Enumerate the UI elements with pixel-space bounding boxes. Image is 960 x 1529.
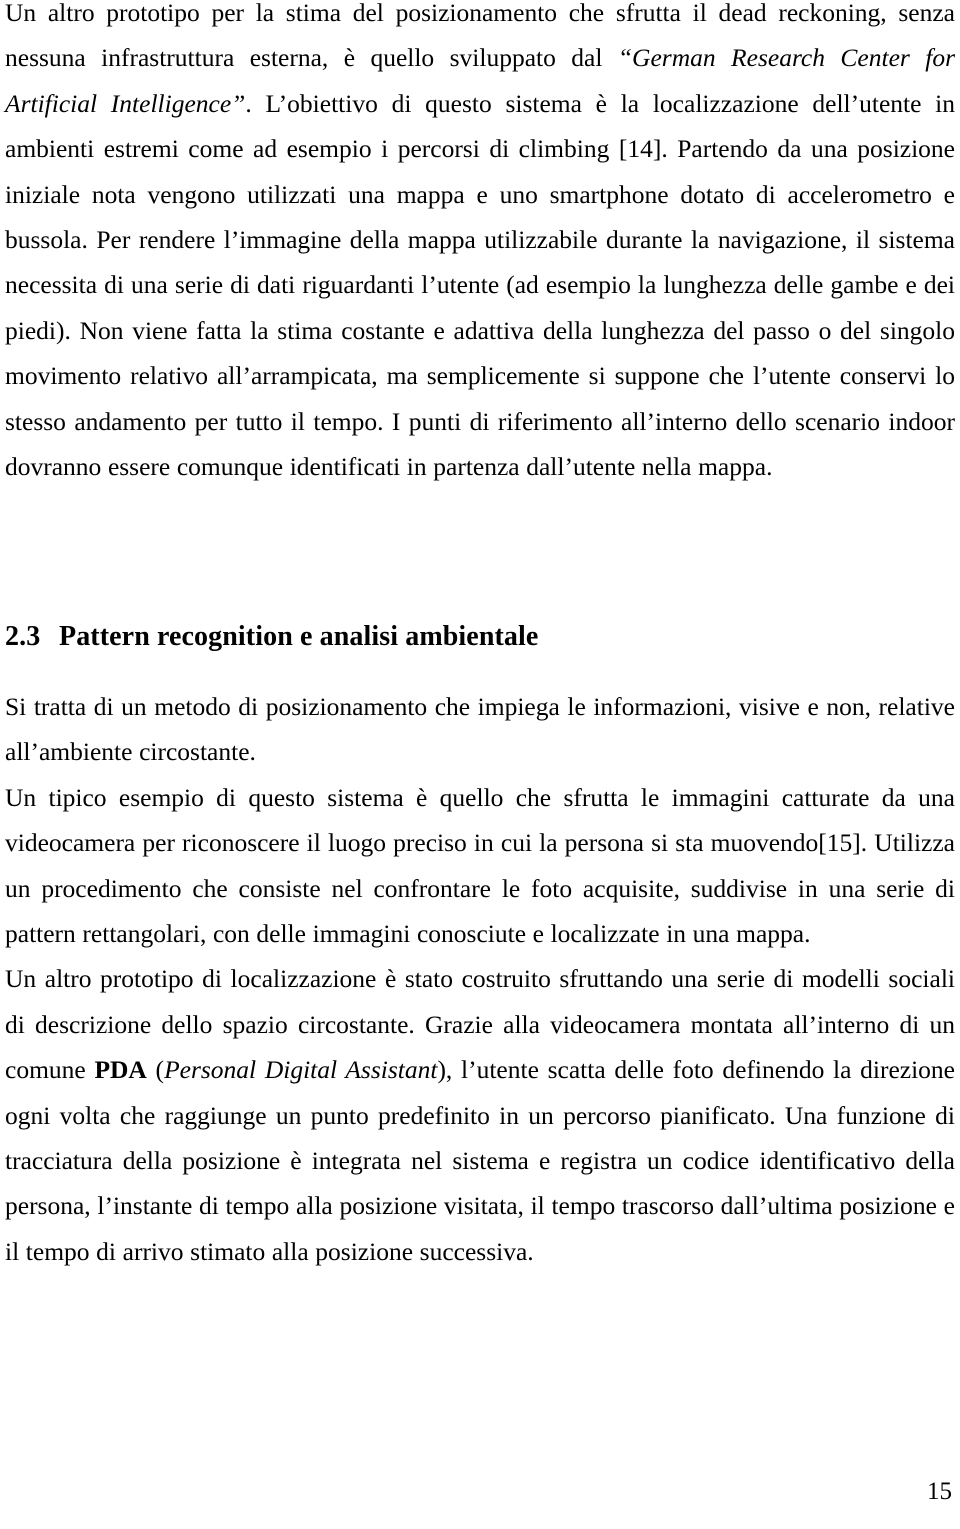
- intro-run-plain-2: . L’obiettivo di questo sistema è la loc…: [5, 88, 955, 482]
- paragraph-1: Si tratta di un metodo di posizionamento…: [5, 692, 955, 767]
- section-number: 2.3: [5, 621, 41, 652]
- p3-run-plain-3: ), l’utente scatta delle foto definendo …: [5, 1055, 956, 1266]
- section-title: Pattern recognition e analisi ambientale: [59, 621, 539, 652]
- p3-run-italic-expansion: Personal Digital Assistant: [164, 1055, 438, 1085]
- paragraph-2: Un tipico esempio di questo sistema è qu…: [5, 782, 955, 949]
- p3-run-plain-2: (: [146, 1055, 165, 1085]
- paragraph-3: Un altro prototipo di localizzazione è s…: [5, 956, 955, 1274]
- section-heading: 2.3 Pattern recognition e analisi ambient…: [5, 620, 955, 654]
- section-body-block: Si tratta di un metodo di posizionamento…: [5, 684, 955, 1274]
- intro-text-block: Un altro prototipo per la stima del posi…: [5, 0, 955, 489]
- p3-run-bold-pda: PDA: [94, 1055, 147, 1085]
- paragraph-intro: Un altro prototipo per la stima del posi…: [5, 0, 955, 489]
- document-page: Un altro prototipo per la stima del posi…: [0, 0, 960, 1529]
- page-number: 15: [927, 1478, 952, 1505]
